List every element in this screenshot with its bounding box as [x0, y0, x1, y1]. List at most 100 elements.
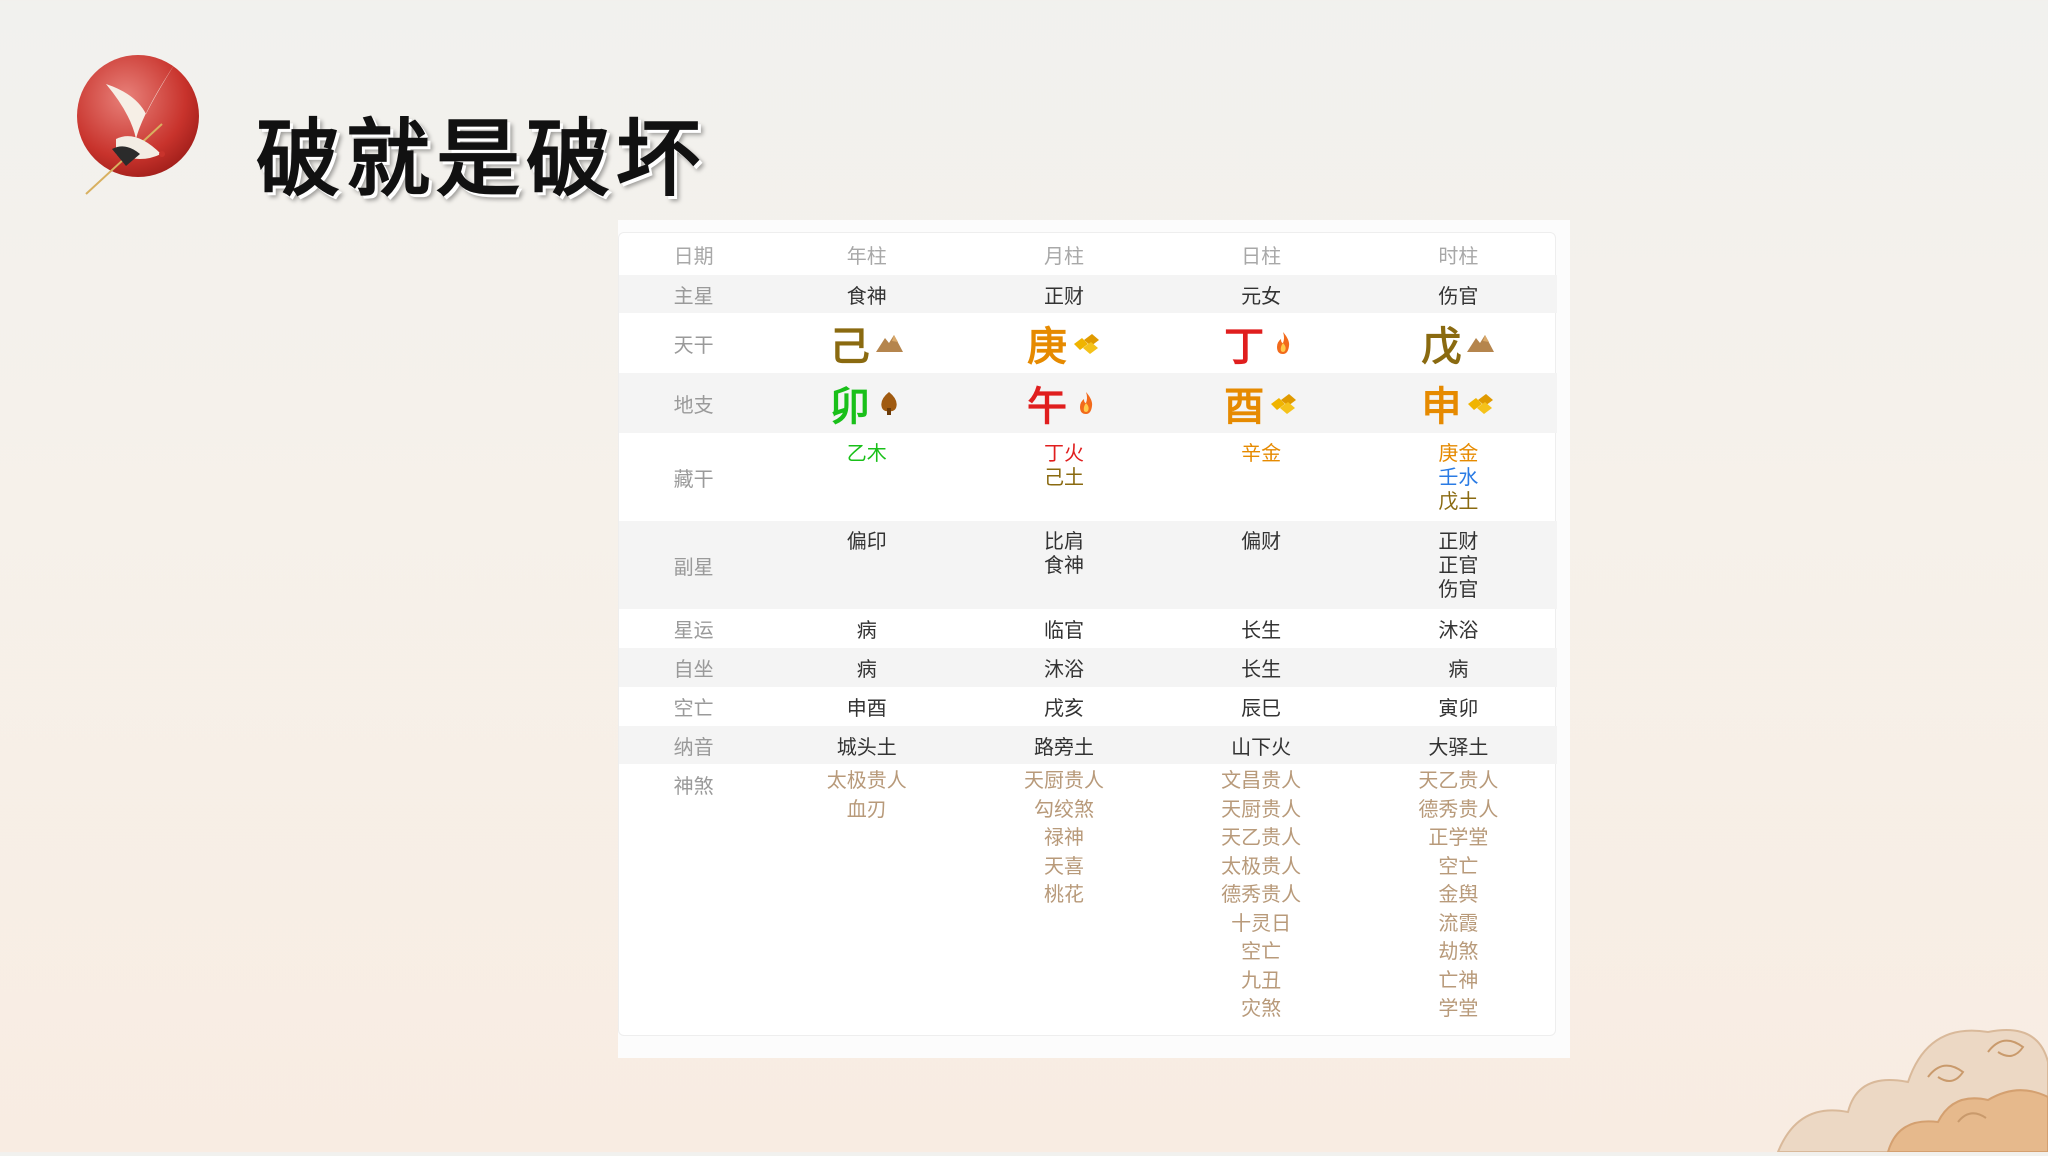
hidden-stem: 丁火 — [1043, 441, 1084, 465]
row-label-sub-star: 副星 — [619, 521, 769, 609]
branch-cell-day: 酉 — [1162, 373, 1360, 433]
earth-mountain-icon — [1465, 330, 1495, 356]
stem-char: 丁 — [1224, 324, 1265, 370]
hidden-stems-month: 丁火 己土 — [965, 433, 1162, 521]
sub-star: 食神 — [1043, 553, 1084, 577]
shensha-item: 文昌贵人 — [1221, 768, 1302, 792]
branch-char: 申 — [1421, 384, 1462, 430]
sub-star-month: 比肩 食神 — [965, 521, 1163, 609]
hidden-stem: 戊土 — [1438, 489, 1479, 513]
star-luck-day: 长生 — [1241, 618, 1282, 642]
stem-char: 庚 — [1026, 324, 1067, 370]
stem-cell-day: 丁 — [1163, 313, 1360, 373]
earthly-branch-row: 地支 卯 午 酉 申 — [619, 373, 1557, 433]
shensha-hour: 天乙贵人 德秀贵人 正学堂 空亡 金舆 流霞 劫煞 亡神 学堂 — [1360, 764, 1557, 1036]
void-year: 申酉 — [846, 696, 887, 720]
stem-cell-year: 己 — [768, 313, 965, 373]
shensha-day: 文昌贵人 天厨贵人 天乙贵人 太极贵人 德秀贵人 十灵日 空亡 九丑 灾煞 — [1163, 764, 1360, 1036]
sub-star: 正财 — [1438, 529, 1479, 553]
sub-star-day: 偏财 — [1162, 521, 1360, 609]
row-label-star-luck: 星运 — [673, 618, 714, 642]
fire-icon — [1268, 330, 1298, 356]
shensha-month: 天厨贵人 勾绞煞 禄神 天喜 桃花 — [965, 764, 1162, 1036]
crane-logo — [76, 54, 200, 195]
void-month: 戌亥 — [1043, 696, 1084, 720]
shensha-item: 九丑 — [1241, 967, 1282, 992]
row-label-hidden-stems: 藏干 — [673, 466, 714, 491]
metal-gold-icon — [1465, 390, 1495, 416]
row-label-main-star: 主星 — [619, 275, 769, 313]
shensha-item: 空亡 — [1438, 853, 1479, 878]
row-label-nayin: 纳音 — [619, 726, 769, 764]
void-hour: 寅卯 — [1438, 696, 1479, 720]
shensha-item: 十灵日 — [1231, 910, 1292, 935]
branch-cell-hour: 申 — [1359, 373, 1557, 433]
branch-cell-month: 午 — [965, 373, 1163, 433]
fire-icon — [1071, 390, 1101, 416]
hidden-stem: 乙木 — [846, 441, 887, 465]
hidden-stems-year: 乙木 — [768, 433, 965, 521]
star-luck-row: 星运 病 临官 长生 沐浴 — [619, 609, 1557, 648]
branch-char: 卯 — [829, 384, 870, 430]
row-label-void: 空亡 — [673, 696, 714, 720]
shensha-item: 天喜 — [1043, 853, 1084, 878]
row-label-date: 日期 — [673, 243, 714, 268]
hidden-stem: 己土 — [1043, 465, 1084, 489]
shensha-item: 天乙贵人 — [1418, 768, 1499, 792]
page-title: 破就是破坏 — [256, 110, 707, 208]
sub-star: 正官 — [1438, 553, 1479, 577]
star-luck-hour: 沐浴 — [1438, 618, 1479, 642]
self-seat-month: 沐浴 — [965, 648, 1163, 687]
nayin-row: 纳音 城头土 路旁土 山下火 大驿土 — [619, 726, 1557, 764]
shensha-item: 学堂 — [1438, 996, 1479, 1020]
shensha-item: 天乙贵人 — [1221, 825, 1302, 849]
shensha-item: 天厨贵人 — [1221, 796, 1302, 821]
shensha-item: 德秀贵人 — [1221, 882, 1302, 906]
bazi-table-container: 日期 年柱 月柱 日柱 时柱 主星 食神 正财 元女 伤官 天干 己 庚 丁 戊 — [618, 232, 1557, 1036]
hidden-stem: 庚金 — [1438, 441, 1479, 465]
sub-star: 比肩 — [1043, 529, 1084, 553]
header-row: 日期 年柱 月柱 日柱 时柱 — [619, 233, 1557, 275]
main-star-year: 食神 — [768, 275, 966, 313]
branch-cell-year: 卯 — [768, 373, 966, 433]
sub-star-year: 偏印 — [768, 521, 966, 609]
void-day: 辰巳 — [1241, 696, 1282, 720]
column-header-year: 年柱 — [846, 243, 887, 268]
nayin-hour: 大驿土 — [1359, 726, 1557, 764]
branch-char: 午 — [1026, 384, 1067, 430]
shensha-row: 神煞 太极贵人 血刃 天厨贵人 勾绞煞 禄神 天喜 桃花 文昌贵人 天厨贵人 天… — [619, 764, 1557, 1036]
self-seat-day: 长生 — [1162, 648, 1360, 687]
nayin-year: 城头土 — [768, 726, 966, 764]
branch-char: 酉 — [1224, 384, 1265, 430]
hidden-stem: 壬水 — [1438, 465, 1479, 489]
stem-cell-month: 庚 — [965, 313, 1162, 373]
void-row: 空亡 申酉 戌亥 辰巳 寅卯 — [619, 687, 1557, 726]
stem-char: 戊 — [1421, 324, 1462, 370]
row-label-shensha: 神煞 — [673, 774, 714, 798]
bazi-table: 日期 年柱 月柱 日柱 时柱 主星 食神 正财 元女 伤官 天干 己 庚 丁 戊 — [619, 233, 1557, 1036]
main-star-row: 主星 食神 正财 元女 伤官 — [619, 275, 1557, 313]
stem-cell-hour: 戊 — [1360, 313, 1557, 373]
shensha-item: 太极贵人 — [1221, 853, 1302, 878]
heavenly-stem-row: 天干 己 庚 丁 戊 — [619, 313, 1557, 373]
shensha-item: 太极贵人 — [826, 768, 907, 792]
main-star-day: 元女 — [1162, 275, 1360, 313]
shensha-item: 血刃 — [846, 796, 887, 821]
stem-char: 己 — [829, 324, 870, 370]
hidden-stems-row: 藏干 乙木 丁火 己土 辛金 庚金 壬水 戊土 — [619, 433, 1557, 521]
shensha-item: 勾绞煞 — [1033, 796, 1094, 821]
shensha-item: 德秀贵人 — [1418, 796, 1499, 821]
shensha-item: 金舆 — [1438, 882, 1479, 906]
sub-star-hour: 正财 正官 伤官 — [1359, 521, 1557, 609]
column-header-month: 月柱 — [1043, 243, 1084, 268]
bazi-chart-card: 日期 年柱 月柱 日柱 时柱 主星 食神 正财 元女 伤官 天干 己 庚 丁 戊 — [618, 220, 1570, 1058]
shensha-item: 禄神 — [1043, 825, 1084, 849]
hidden-stem: 辛金 — [1241, 441, 1282, 465]
nayin-month: 路旁土 — [965, 726, 1163, 764]
shensha-item: 桃花 — [1043, 882, 1084, 906]
shensha-item: 正学堂 — [1428, 825, 1489, 849]
shensha-item: 劫煞 — [1438, 939, 1479, 963]
decorative-clouds — [1718, 982, 2048, 1153]
sub-star-row: 副星 偏印 比肩 食神 偏财 正财 正官 伤官 — [619, 521, 1557, 609]
main-star-month: 正财 — [965, 275, 1163, 313]
